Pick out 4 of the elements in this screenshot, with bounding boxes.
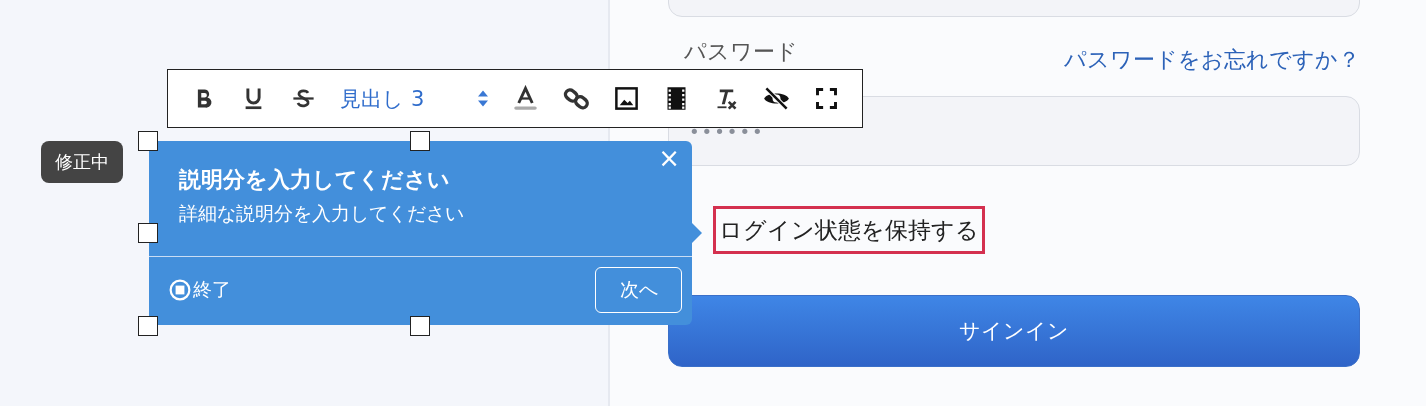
popup-title: 説明分を入力してください [179, 166, 451, 194]
status-badge: 修正中 [41, 141, 123, 183]
password-label: パスワード [684, 39, 798, 65]
popup-description: 詳細な説明分を入力してください [179, 201, 465, 226]
